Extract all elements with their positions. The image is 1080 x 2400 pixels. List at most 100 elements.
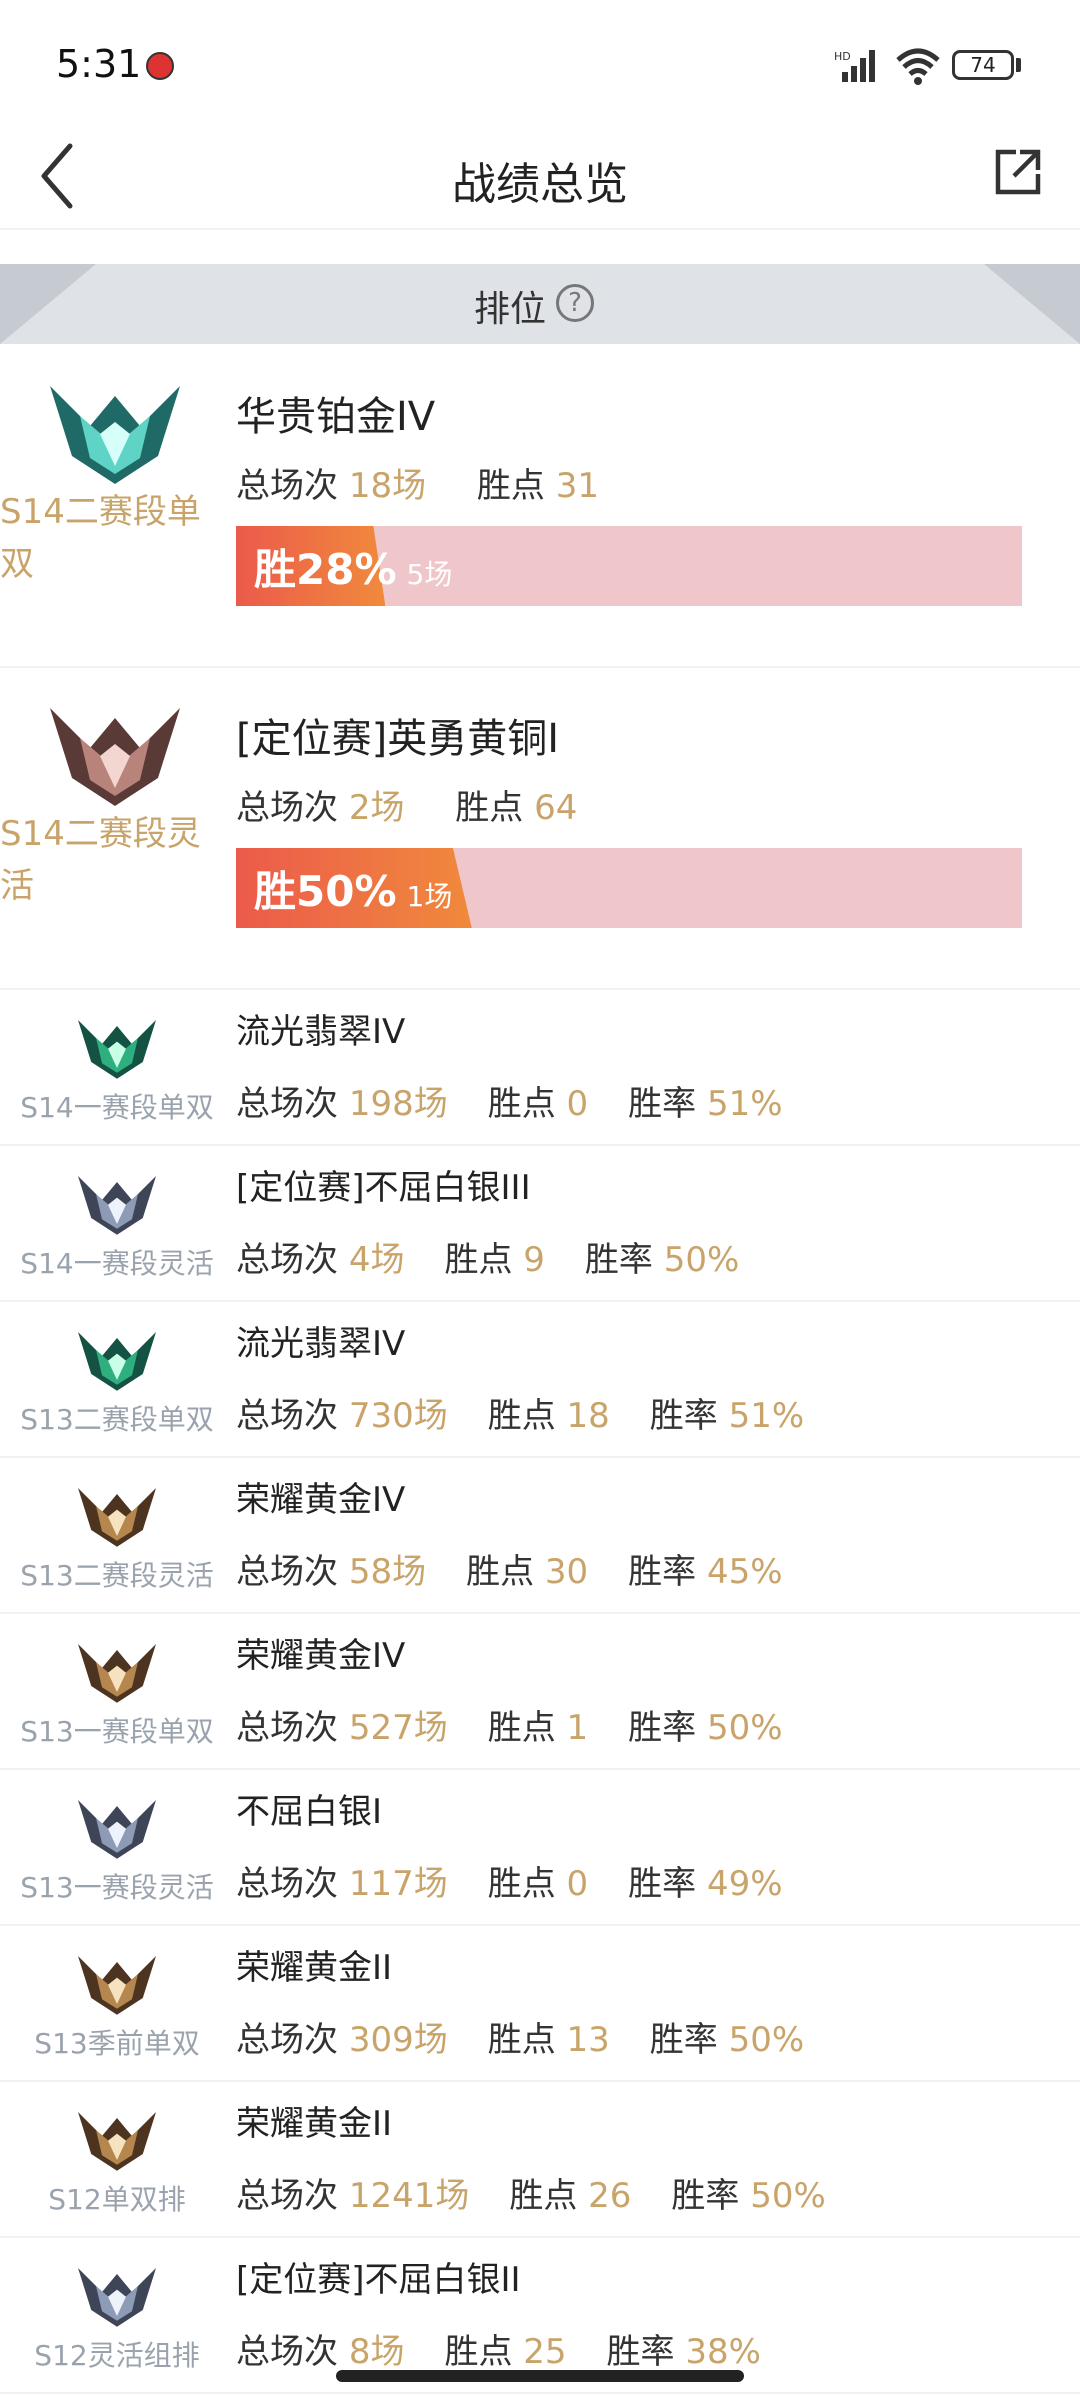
silver-emblem-icon	[78, 1176, 156, 1235]
page-title: 战绩总览	[452, 159, 628, 210]
winrate-label: 胜率	[606, 2332, 675, 2372]
points-value: 26	[588, 2176, 632, 2216]
rank-title: [定位赛]不屈白银III	[236, 1168, 531, 1208]
winrate-label: 胜率	[628, 1864, 697, 1904]
points-label: 胜点	[487, 1864, 556, 1904]
stats-line: 总场次 1241场 胜点 26 胜率 50%	[236, 2168, 826, 2217]
games-value: 198场	[348, 1084, 448, 1124]
games-value: 4场	[348, 1240, 405, 1280]
total-label: 总场次	[236, 1396, 338, 1436]
stats-line: 总场次 730场 胜点 18 胜率 51%	[236, 1388, 804, 1437]
app-header: 战绩总览	[0, 130, 1080, 230]
bronze-emblem-icon	[50, 708, 180, 806]
total-label: 总场次	[236, 1240, 338, 1280]
points-label: 胜点	[444, 1240, 513, 1280]
stats-line: 总场次 18场 胜点 31	[236, 458, 599, 507]
season-row[interactable]: S12单双排 荣耀黄金II 总场次 1241场 胜点 26 胜率 50%	[0, 2080, 1080, 2238]
season-label: S13二赛段单双	[20, 1403, 214, 1436]
points-value: 25	[523, 2332, 567, 2372]
points-label: 胜点	[509, 2176, 578, 2216]
season-label: S12灵活组排	[34, 2339, 200, 2372]
winrate-label: 胜率	[649, 1396, 718, 1436]
season-row[interactable]: S14一赛段单双 流光翡翠IV 总场次 198场 胜点 0 胜率 51%	[0, 988, 1080, 1146]
emerald-emblem-icon	[78, 1332, 156, 1391]
gold-emblem-icon	[78, 1956, 156, 2015]
total-label: 总场次	[236, 1864, 338, 1904]
points-value: 0	[566, 1084, 589, 1124]
stats-line: 总场次 4场 胜点 9 胜率 50%	[236, 1232, 739, 1281]
rank-title: 荣耀黄金II	[236, 2104, 393, 2144]
rank-title: [定位赛]不屈白银II	[236, 2260, 521, 2300]
points-value: 9	[523, 1240, 545, 1280]
points-label: 胜点	[487, 2020, 556, 2060]
winrate-text: 胜28% 5场	[254, 545, 453, 594]
season-row[interactable]: S13一赛段单双 荣耀黄金IV 总场次 527场 胜点 1 胜率 50%	[0, 1612, 1080, 1770]
winrate-label: 胜率	[628, 1708, 697, 1748]
win-games: 5场	[406, 558, 453, 591]
season-row[interactable]: S13二赛段灵活 荣耀黄金IV 总场次 58场 胜点 30 胜率 45%	[0, 1456, 1080, 1614]
points-label: 胜点	[487, 1084, 556, 1124]
total-label: 总场次	[236, 2176, 338, 2216]
battery-tip	[1016, 58, 1021, 72]
total-label: 总场次	[236, 2020, 338, 2060]
winrate-label: 胜率	[628, 1552, 697, 1592]
wifi-icon	[896, 48, 940, 85]
gold-emblem-icon	[78, 1644, 156, 1703]
points-value: 31	[555, 466, 599, 506]
season-row[interactable]: S13二赛段单双 流光翡翠IV 总场次 730场 胜点 18 胜率 51%	[0, 1300, 1080, 1458]
winrate-value: 51%	[728, 1396, 805, 1436]
stats-line: 总场次 2场 胜点 64	[236, 780, 577, 829]
status-bar: 5:31 HD 74	[0, 0, 1080, 130]
home-indicator[interactable]	[336, 2370, 744, 2382]
games-value: 309场	[348, 2020, 448, 2060]
help-icon[interactable]: ?	[556, 284, 594, 322]
silver-emblem-icon	[78, 2268, 156, 2327]
stats-line: 总场次 8场 胜点 25 胜率 38%	[236, 2324, 761, 2373]
games-value: 2场	[348, 788, 405, 828]
winrate-value: 49%	[706, 1864, 783, 1904]
winrate-value: 51%	[706, 1084, 783, 1124]
games-value: 117场	[348, 1864, 448, 1904]
games-value: 730场	[348, 1396, 448, 1436]
stats-line: 总场次 527场 胜点 1 胜率 50%	[236, 1700, 783, 1749]
rank-card[interactable]: S14二赛段单双 华贵铂金IV 总场次 18场 胜点 31 胜28% 5场	[0, 346, 1080, 668]
season-row[interactable]: S13季前单双 荣耀黄金II 总场次 309场 胜点 13 胜率 50%	[0, 1924, 1080, 2082]
games-value: 527场	[348, 1708, 448, 1748]
ranked-section-header: 排位 ?	[0, 264, 1080, 344]
rank-title: 流光翡翠IV	[236, 1012, 406, 1052]
total-label: 总场次	[236, 1708, 338, 1748]
winrate-value: 50%	[728, 2020, 805, 2060]
total-label: 总场次	[236, 788, 338, 828]
status-time: 5:31	[56, 42, 142, 86]
points-value: 1	[566, 1708, 589, 1748]
rank-card[interactable]: S14二赛段灵活 [定位赛]英勇黄铜I 总场次 2场 胜点 64 胜50% 1场	[0, 668, 1080, 990]
season-label: S13二赛段灵活	[20, 1559, 214, 1592]
games-value: 8场	[348, 2332, 405, 2372]
ranked-label: 排位	[473, 289, 546, 330]
winrate-label: 胜率	[649, 2020, 718, 2060]
rank-title: 不屈白银I	[236, 1792, 383, 1832]
season-row[interactable]: S14一赛段灵活 [定位赛]不屈白银III 总场次 4场 胜点 9 胜率 50%	[0, 1144, 1080, 1302]
share-icon[interactable]	[990, 144, 1046, 200]
stats-line: 总场次 309场 胜点 13 胜率 50%	[236, 2012, 804, 2061]
winrate-value: 50%	[296, 867, 397, 916]
rank-title: 荣耀黄金IV	[236, 1636, 406, 1676]
rank-title: 流光翡翠IV	[236, 1324, 406, 1364]
season-row[interactable]: S13一赛段灵活 不屈白银I 总场次 117场 胜点 0 胜率 49%	[0, 1768, 1080, 1926]
season-label: S14一赛段灵活	[20, 1247, 214, 1280]
winrate-text: 胜50% 1场	[254, 867, 453, 916]
winrate-bar: 胜28% 5场	[236, 526, 1022, 606]
rank-title: 华贵铂金IV	[236, 394, 436, 440]
winrate-label: 胜率	[628, 1084, 697, 1124]
stats-line: 总场次 198场 胜点 0 胜率 51%	[236, 1076, 783, 1125]
silver-emblem-icon	[78, 1800, 156, 1859]
points-label: 胜点	[444, 2332, 513, 2372]
total-label: 总场次	[236, 1084, 338, 1124]
winrate-value: 38%	[685, 2332, 761, 2372]
winrate-bar: 胜50% 1场	[236, 848, 1022, 928]
total-label: 总场次	[236, 1552, 338, 1592]
points-label: 胜点	[487, 1708, 556, 1748]
winrate-value: 28%	[296, 545, 397, 594]
season-label: S14二赛段灵活	[0, 814, 201, 906]
games-value: 18场	[348, 466, 427, 506]
